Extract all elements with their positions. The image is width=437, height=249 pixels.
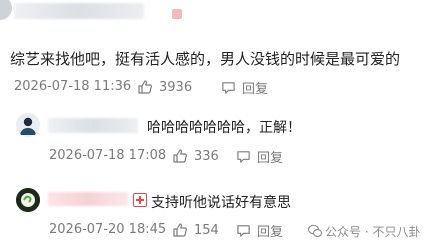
- plus-badge-icon: [136, 196, 144, 204]
- commenter-name-blurred[interactable]: [48, 192, 128, 206]
- user-badge-icon: [172, 9, 182, 19]
- reply-text: 哈哈哈哈哈哈哈，正解！: [147, 120, 301, 136]
- comment-text: 综艺来找他吧，挺有活人感的，男人没钱的时候是最可爱的: [10, 50, 401, 68]
- commenter-name-blurred[interactable]: [48, 118, 138, 133]
- avatar[interactable]: [16, 188, 40, 212]
- reply-button[interactable]: 回复: [221, 78, 269, 97]
- reply-button[interactable]: 回复: [236, 147, 284, 166]
- avatar-top[interactable]: [0, 0, 12, 20]
- watermark: 公众号 · 不只八卦: [308, 223, 420, 239]
- reply-label: 回复: [242, 81, 269, 97]
- reply-button[interactable]: 回复: [236, 221, 284, 240]
- user-badge-icon: [133, 193, 147, 207]
- reply-text: 支持听他说话好有意思: [151, 195, 291, 211]
- like-count: 336: [194, 148, 219, 164]
- wechat-icon: [308, 224, 322, 237]
- avatar-image-icon: [16, 188, 40, 212]
- commenter-name-blurred[interactable]: [14, 3, 144, 19]
- watermark-text: 公众号 · 不只八卦: [325, 224, 421, 239]
- like-count: 154: [194, 222, 219, 238]
- reply-label: 回复: [257, 224, 284, 240]
- comment-date: 2026-07-20 18:45: [49, 222, 167, 237]
- like-button[interactable]: 3936: [137, 78, 192, 96]
- comment-date: 2026-07-18 11:36: [14, 79, 132, 94]
- like-button[interactable]: 154: [172, 221, 219, 239]
- thumbs-up-icon: [138, 80, 152, 94]
- thumbs-up-icon: [173, 223, 187, 237]
- like-button[interactable]: 336: [172, 147, 219, 165]
- avatar-image-icon: [16, 113, 40, 137]
- like-count: 3936: [159, 79, 193, 95]
- reply-label: 回复: [257, 150, 284, 166]
- avatar[interactable]: [16, 113, 40, 137]
- comment-icon: [222, 81, 235, 94]
- thumbs-up-icon: [173, 149, 187, 163]
- comment-icon: [237, 150, 250, 163]
- comment-date: 2026-07-18 17:08: [49, 148, 167, 163]
- comment-icon: [237, 224, 250, 237]
